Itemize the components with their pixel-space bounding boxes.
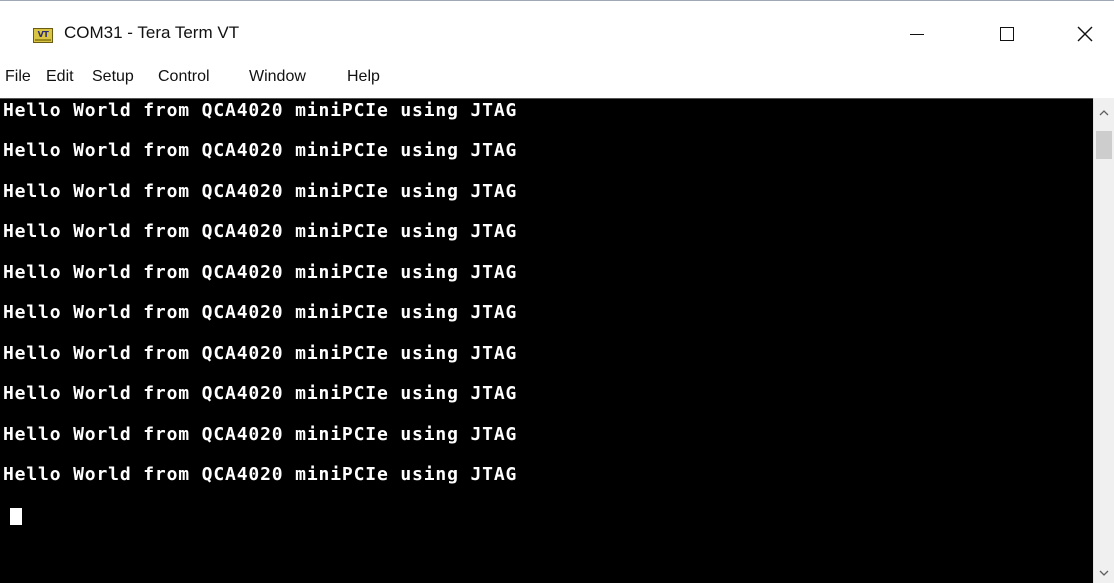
maximize-button[interactable] xyxy=(984,11,1030,57)
terminal-line: Hello World from QCA4020 miniPCIe using … xyxy=(3,181,518,202)
terminal-line: Hello World from QCA4020 miniPCIe using … xyxy=(3,343,518,364)
terminal-output[interactable]: Hello World from QCA4020 miniPCIe using … xyxy=(0,98,1093,583)
menu-help[interactable]: Help xyxy=(347,68,380,86)
terminal-line: Hello World from QCA4020 miniPCIe using … xyxy=(3,464,518,485)
tera-term-vt-icon[interactable]: VT xyxy=(33,28,53,43)
terminal-line: Hello World from QCA4020 miniPCIe using … xyxy=(3,262,518,283)
menu-edit[interactable]: Edit xyxy=(46,68,74,86)
chevron-up-icon xyxy=(1099,109,1109,115)
maximize-icon xyxy=(1000,27,1014,41)
scroll-down-button[interactable] xyxy=(1094,563,1114,583)
menu-file[interactable]: File xyxy=(5,68,31,86)
terminal-line: Hello World from QCA4020 miniPCIe using … xyxy=(3,221,518,242)
menu-bar: File Edit Setup Control Window Help xyxy=(0,63,1114,97)
tera-term-window: VT COM31 - Tera Term VT File Edit Setup … xyxy=(0,0,1114,583)
app-icon-shade xyxy=(35,39,51,41)
window-title: COM31 - Tera Term VT xyxy=(64,23,240,42)
menu-setup[interactable]: Setup xyxy=(92,68,134,86)
terminal-line: Hello World from QCA4020 miniPCIe using … xyxy=(3,424,518,445)
scroll-up-button[interactable] xyxy=(1094,102,1114,122)
app-icon-label: VT xyxy=(37,30,49,39)
vertical-scrollbar[interactable] xyxy=(1093,98,1114,583)
terminal-line: Hello World from QCA4020 miniPCIe using … xyxy=(3,140,518,161)
close-button[interactable] xyxy=(1062,11,1108,57)
minimize-icon xyxy=(910,33,924,35)
title-bar[interactable]: VT COM31 - Tera Term VT xyxy=(0,1,1114,61)
chevron-down-icon xyxy=(1099,570,1109,576)
scroll-thumb[interactable] xyxy=(1096,131,1112,159)
menu-control[interactable]: Control xyxy=(158,68,210,86)
close-icon xyxy=(1077,26,1093,42)
terminal-line: Hello World from QCA4020 miniPCIe using … xyxy=(3,302,518,323)
minimize-button[interactable] xyxy=(894,11,940,57)
terminal-line: Hello World from QCA4020 miniPCIe using … xyxy=(3,100,518,121)
terminal-line: Hello World from QCA4020 miniPCIe using … xyxy=(3,383,518,404)
terminal-cursor xyxy=(10,508,22,525)
menu-window[interactable]: Window xyxy=(249,68,306,86)
